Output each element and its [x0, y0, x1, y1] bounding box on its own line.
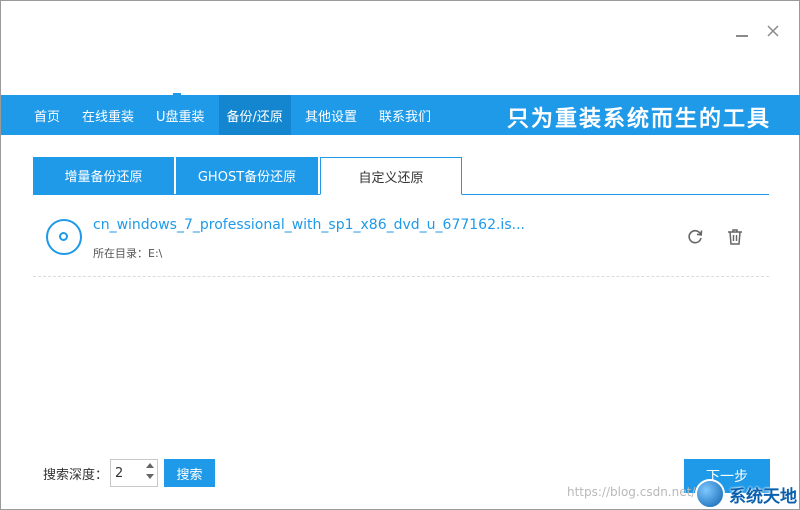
search-controls: 搜索深度： 2 搜索: [43, 459, 216, 487]
stepper-arrows: [146, 463, 155, 479]
search-depth-value[interactable]: 2: [111, 466, 123, 481]
brand-logo-icon: [695, 479, 725, 509]
nav-item-usb-reinstall[interactable]: U盘重装: [148, 95, 213, 135]
nav-item-label: 备份/还原: [226, 109, 283, 125]
search-depth-stepper[interactable]: 2: [110, 459, 159, 487]
top-navigation-bar: 首页 在线重装 U盘重装 备份/还原 其他设置 联系我们 只为重装系统而生的工具: [1, 93, 800, 135]
watermark-url: https://blog.csdn.net/: [567, 485, 696, 499]
nav-item-label: 其他设置: [304, 109, 357, 125]
tab-custom-restore[interactable]: 自定义还原: [320, 157, 462, 195]
nav-item-home[interactable]: 首页: [26, 95, 68, 135]
brand-text: 系统天地: [729, 486, 797, 507]
tab-label: 增量备份还原: [64, 170, 143, 185]
trash-icon[interactable]: [725, 227, 745, 247]
window-controls: [733, 23, 783, 41]
slogan: 只为重装系统而生的工具: [506, 107, 771, 132]
tab-ghost-restore[interactable]: GHOST备份还原: [176, 157, 318, 194]
file-name: cn_windows_7_professional_with_sp1_x86_d…: [93, 217, 525, 233]
brand-watermark: 系统天地: [695, 479, 797, 509]
nav-item-label: 在线重装: [82, 109, 135, 125]
app-window: 首页 在线重装 U盘重装 备份/还原 其他设置 联系我们 只为重装系统而生的工具…: [0, 0, 800, 510]
nav-item-label: 联系我们: [378, 109, 431, 125]
minimize-icon[interactable]: [733, 23, 751, 41]
nav-indicator: [173, 93, 181, 96]
close-icon[interactable]: [765, 23, 783, 41]
main-nav: 首页 在线重装 U盘重装 备份/还原 其他设置 联系我们: [1, 95, 445, 135]
decrement-icon[interactable]: [146, 474, 155, 479]
tab-label: GHOST备份还原: [197, 170, 297, 185]
nav-item-contact-us[interactable]: 联系我们: [371, 95, 439, 135]
tab-incremental-restore[interactable]: 增量备份还原: [33, 157, 174, 194]
nav-item-label: U盘重装: [156, 109, 205, 125]
disc-icon: [46, 219, 82, 255]
refresh-icon[interactable]: [685, 227, 705, 247]
increment-icon[interactable]: [146, 463, 155, 468]
nav-item-other-settings[interactable]: 其他设置: [297, 95, 365, 135]
search-button[interactable]: 搜索: [164, 459, 216, 487]
file-directory: 所在目录：E:\: [93, 247, 163, 260]
tab-label: 自定义还原: [358, 170, 424, 186]
nav-item-label: 首页: [34, 109, 61, 125]
nav-item-backup-restore[interactable]: 备份/还原: [218, 95, 291, 135]
image-file-row[interactable]: cn_windows_7_professional_with_sp1_x86_d…: [33, 201, 769, 277]
restore-tabs: 增量备份还原 GHOST备份还原 自定义还原: [33, 157, 769, 195]
search-depth-label: 搜索深度：: [43, 467, 109, 483]
nav-item-online-reinstall[interactable]: 在线重装: [74, 95, 142, 135]
